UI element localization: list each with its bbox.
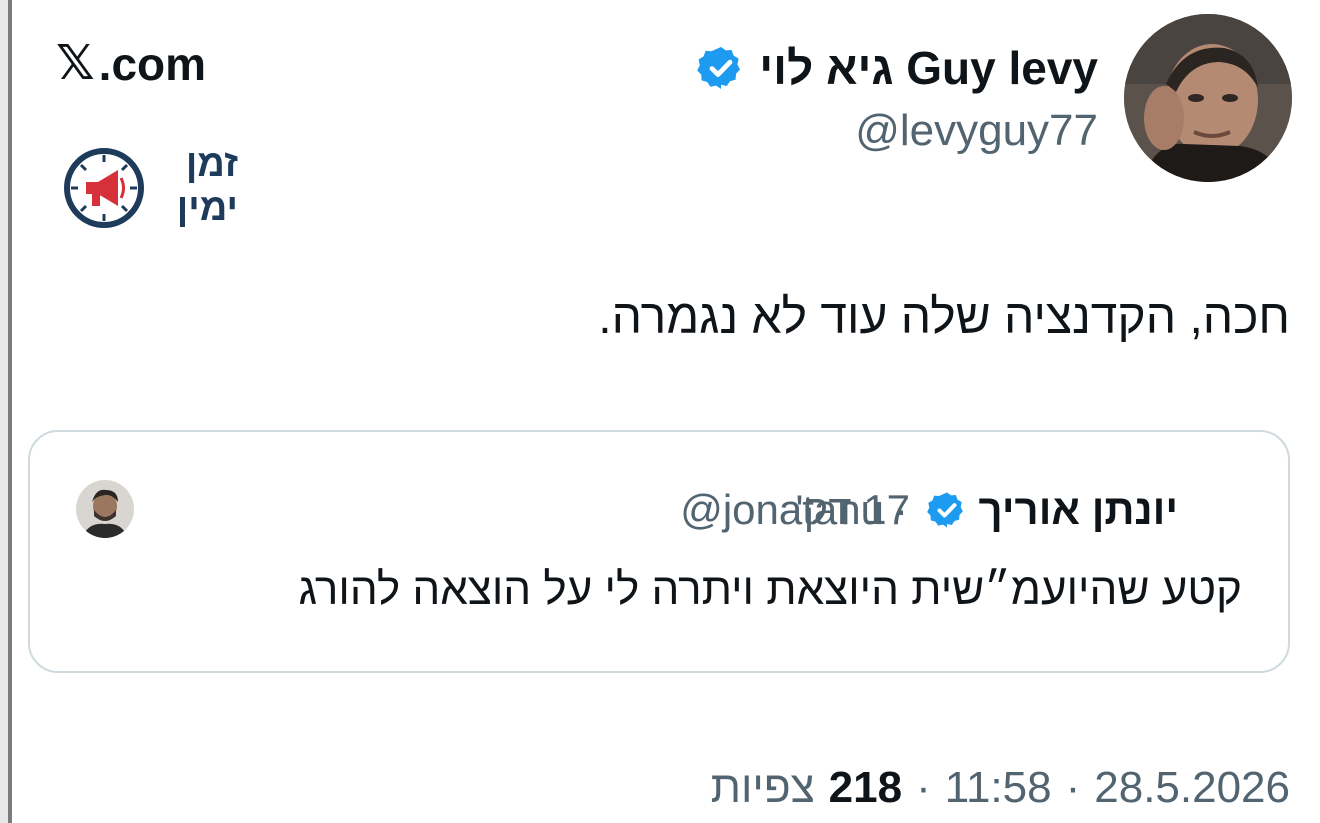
- left-edge-bar: [0, 0, 12, 823]
- tweet-date[interactable]: 28.5.2026: [1094, 763, 1290, 813]
- meta-dot-2: ·: [916, 763, 931, 812]
- x-site-suffix: .com: [98, 38, 207, 90]
- quoted-verified-badge-icon: [926, 492, 963, 528]
- meta-dot-1: ·: [1065, 763, 1081, 812]
- tweet-time[interactable]: 11:58: [945, 763, 1052, 813]
- brand-logo-line-2: ימין: [176, 187, 238, 229]
- quoted-tweet-card[interactable]: [28, 430, 1290, 673]
- quoted-avatar-icon: [76, 480, 134, 538]
- verified-badge-icon: [697, 47, 741, 89]
- quoted-author-name[interactable]: יונתן אוריך: [979, 486, 1179, 534]
- left-edge-line: [8, 0, 12, 823]
- author-name-row[interactable]: גיא לוי Guy levy: [697, 38, 1098, 98]
- x-logo-icon: 𝕏: [56, 37, 95, 90]
- views-label: צפיות: [710, 763, 815, 812]
- quoted-tweet-meta-row: @jonatanu ·: [680, 478, 908, 542]
- quoted-author-handle[interactable]: @jonatanu: [680, 486, 884, 534]
- brand-logo: זמן ימין: [64, 140, 240, 236]
- author-avatar-image: [1124, 14, 1292, 182]
- quoted-author-avatar-slot[interactable]: [76, 480, 134, 538]
- tweet-text: חכה, הקדנציה שלה עוד לא נגמרה.: [598, 291, 1290, 344]
- author-display-name: גיא לוי Guy levy: [759, 42, 1098, 94]
- author-handle[interactable]: @levyguy77: [855, 106, 1098, 156]
- quoted-separator: ·: [894, 486, 908, 533]
- views-count: 218: [828, 763, 903, 812]
- tweet-meta: 28.5.2026 · 11:58 · 218 צפיות: [711, 756, 1290, 820]
- quoted-author-name-row: יונתן אוריך: [926, 478, 1179, 542]
- quoted-tweet-text: קטע שהיועמ״שית היוצאת ויתרה לי על הוצאה …: [298, 565, 1242, 614]
- brand-logo-line-1: זמן: [185, 143, 238, 185]
- author-avatar[interactable]: [1124, 14, 1292, 182]
- x-com-brand: 𝕏 .com: [56, 40, 206, 88]
